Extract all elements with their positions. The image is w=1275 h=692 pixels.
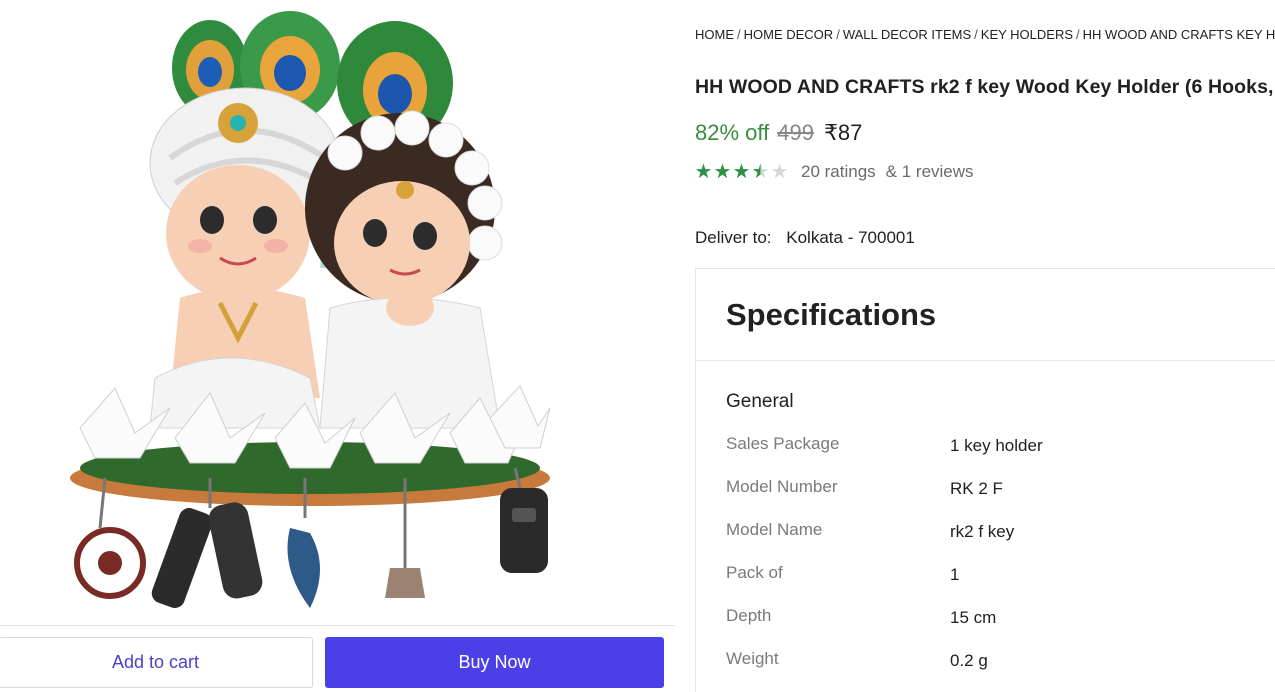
add-to-cart-button[interactable]: Add to cart [0, 637, 313, 688]
spec-value: 1 key holder [950, 436, 1043, 455]
discount-badge: 82% off [695, 120, 770, 145]
spec-key: Pack of [726, 563, 783, 582]
product-gallery: Add to cart Buy Now [0, 0, 680, 692]
spec-row: Pack of 1 [726, 563, 1275, 587]
spec-value: 1 [950, 565, 960, 584]
deliver-location-value: Kolkata - 700001 [786, 228, 915, 247]
delivery-location[interactable]: Deliver to: Kolkata - 700001 [695, 228, 915, 248]
star-rating: ★ ★ ★ ★ ★ [694, 160, 789, 184]
reviews-count: & 1 reviews [885, 162, 974, 181]
breadcrumb-separator: / [737, 27, 741, 42]
spec-value: RK 2 F [950, 479, 1003, 498]
price-row: 82% off 499 ₹87 [695, 120, 862, 146]
star-icon: ★ [694, 161, 713, 183]
breadcrumb-separator: / [836, 27, 840, 42]
figure-left [149, 87, 341, 429]
spec-row: Weight 0.2 g [726, 649, 1275, 673]
spec-value: rk2 f key [950, 522, 1015, 541]
spec-key: Model Number [726, 477, 838, 496]
spec-key: Sales Package [726, 434, 840, 453]
spec-row: Depth 15 cm [726, 606, 1275, 630]
breadcrumb-home-decor[interactable]: HOME DECOR [744, 27, 834, 42]
breadcrumb-current: HH WOOD AND CRAFTS KEY HOLD [1082, 27, 1275, 42]
specifications-panel: Specifications General Sales Package 1 k… [695, 268, 1275, 692]
product-details: HOME / HOME DECOR / WALL DECOR ITEMS / KEY HOL… [680, 0, 1275, 692]
original-price: 499 [777, 120, 814, 145]
breadcrumb-separator: / [1076, 27, 1080, 42]
star-icon: ★ [713, 161, 732, 183]
selling-price: ₹87 [823, 120, 863, 145]
spec-row: Model Name rk2 f key [726, 520, 1275, 544]
spec-row: Model Number RK 2 F [726, 477, 1275, 501]
figure-right [305, 110, 503, 429]
spec-group-title: General [726, 391, 794, 412]
buy-now-button[interactable]: Buy Now [325, 637, 664, 688]
breadcrumb-home[interactable]: HOME [695, 27, 734, 42]
ratings-count: 20 ratings [801, 162, 876, 181]
specifications-title: Specifications [726, 297, 937, 332]
spec-key: Depth [726, 606, 772, 625]
star-icon: ★ [732, 161, 751, 183]
deliver-label: Deliver to: [695, 228, 772, 247]
half-star-icon: ★ [751, 161, 770, 183]
spec-value: 15 cm [950, 608, 997, 627]
spec-row: Sales Package 1 key holder [726, 434, 1275, 458]
action-bar: Add to cart Buy Now [0, 625, 676, 692]
spec-value: 0.2 g [950, 651, 988, 670]
product-image[interactable] [60, 8, 560, 618]
breadcrumb-key-holders[interactable]: KEY HOLDERS [981, 27, 1073, 42]
product-title: HH WOOD AND CRAFTS rk2 f key Wood Key Ho… [695, 76, 1274, 98]
spec-key: Model Name [726, 520, 823, 539]
rating-summary[interactable]: ★ ★ ★ ★ ★ 20 ratings & 1 reviews [694, 160, 980, 184]
empty-star-icon: ★ [770, 161, 789, 183]
spec-key: Weight [726, 649, 779, 668]
breadcrumb-wall-decor[interactable]: WALL DECOR ITEMS [843, 27, 971, 42]
breadcrumb: HOME / HOME DECOR / WALL DECOR ITEMS / KEY HOL… [695, 27, 1275, 42]
specifications-header: Specifications [696, 269, 1275, 361]
breadcrumb-separator: / [974, 27, 978, 42]
